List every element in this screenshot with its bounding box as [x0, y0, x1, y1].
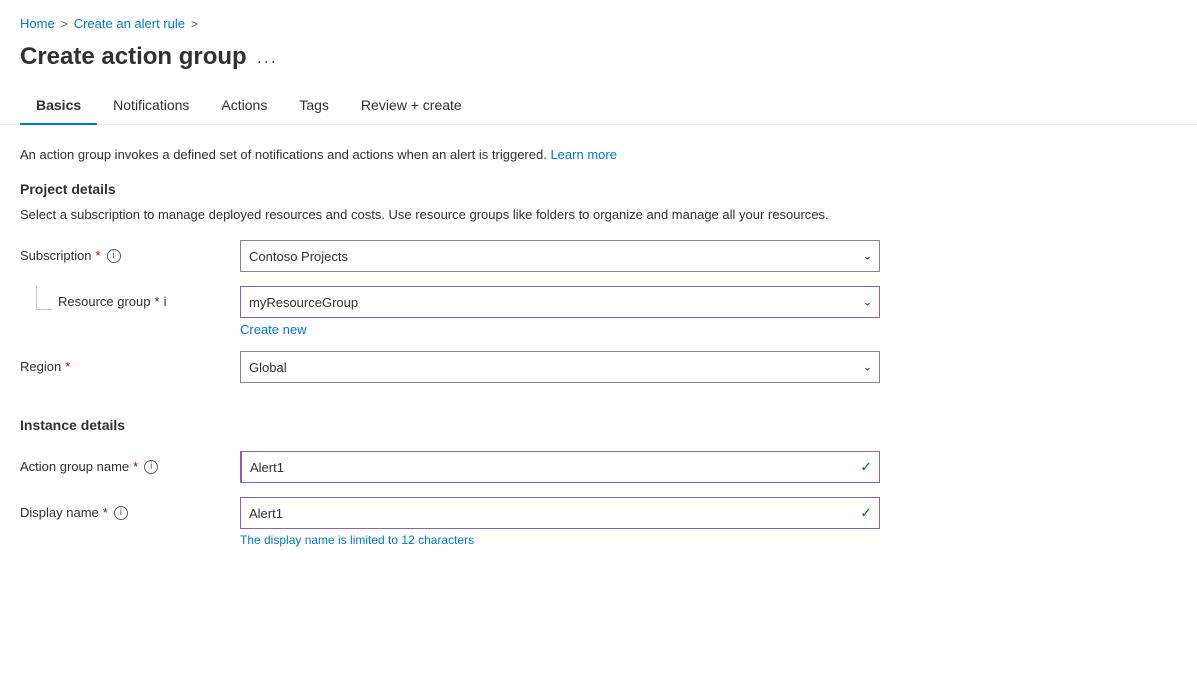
- resource-group-select[interactable]: myResourceGroup: [240, 286, 880, 318]
- breadcrumb-home[interactable]: Home: [20, 16, 55, 31]
- resource-group-row: Resource group * i myResourceGroup ⌄ Cre…: [20, 286, 880, 337]
- display-name-input[interactable]: [240, 497, 880, 529]
- display-name-control: ✓ The display name is limited to 12 char…: [240, 497, 880, 547]
- display-name-row: Display name * i ✓ The display name is l…: [20, 497, 880, 547]
- subscription-required: *: [96, 248, 101, 263]
- tab-actions[interactable]: Actions: [205, 87, 283, 125]
- learn-more-link[interactable]: Learn more: [550, 147, 616, 162]
- action-group-name-required: *: [133, 459, 138, 474]
- subscription-select[interactable]: Contoso Projects: [240, 240, 880, 272]
- breadcrumb-sep-1: >: [61, 17, 68, 31]
- create-new-link[interactable]: Create new: [240, 322, 306, 337]
- display-name-label: Display name * i: [20, 497, 220, 520]
- resource-group-required: *: [155, 294, 160, 309]
- tab-notifications[interactable]: Notifications: [97, 87, 205, 125]
- section-divider: [20, 397, 880, 409]
- subscription-row: Subscription * i Contoso Projects ⌄: [20, 240, 880, 272]
- action-group-name-info-icon[interactable]: i: [144, 460, 158, 474]
- region-control: Global ⌄: [240, 351, 880, 383]
- project-details-title: Project details: [20, 181, 880, 197]
- region-row: Region * Global ⌄: [20, 351, 880, 383]
- tab-bar: Basics Notifications Actions Tags Review…: [0, 87, 1197, 125]
- region-select[interactable]: Global: [240, 351, 880, 383]
- display-name-check-icon: ✓: [860, 505, 872, 522]
- resource-group-info-icon[interactable]: i: [164, 294, 167, 309]
- project-details-desc: Select a subscription to manage deployed…: [20, 205, 880, 225]
- info-text: An action group invokes a defined set of…: [20, 145, 880, 165]
- display-name-helper: The display name is limited to 12 charac…: [240, 533, 880, 547]
- action-group-name-control: ✓: [240, 451, 880, 483]
- breadcrumb: Home > Create an alert rule >: [0, 0, 1197, 39]
- subscription-select-container: Contoso Projects ⌄: [240, 240, 880, 272]
- action-group-name-input[interactable]: [240, 451, 880, 483]
- resource-group-label: Resource group * i: [58, 286, 166, 309]
- page-menu-button[interactable]: ...: [257, 47, 278, 68]
- action-group-name-input-container: ✓: [240, 451, 880, 483]
- action-group-name-label: Action group name * i: [20, 451, 220, 474]
- display-name-info-icon[interactable]: i: [114, 506, 128, 520]
- instance-details-title: Instance details: [20, 417, 880, 433]
- resource-group-select-container: myResourceGroup ⌄: [240, 286, 880, 318]
- display-name-required: *: [103, 505, 108, 520]
- subscription-label: Subscription * i: [20, 240, 220, 263]
- breadcrumb-alert-rule[interactable]: Create an alert rule: [74, 16, 185, 31]
- instance-details-section: Instance details Action group name * i ✓…: [20, 417, 880, 547]
- display-name-input-container: ✓: [240, 497, 880, 529]
- page-title: Create action group: [20, 43, 247, 71]
- resource-group-label-wrap: Resource group * i: [20, 286, 220, 310]
- main-content: An action group invokes a defined set of…: [0, 125, 900, 581]
- tab-review-create[interactable]: Review + create: [345, 87, 478, 125]
- tab-basics[interactable]: Basics: [20, 87, 97, 125]
- subscription-control: Contoso Projects ⌄: [240, 240, 880, 272]
- page-header: Create action group ...: [0, 39, 1197, 87]
- region-required: *: [65, 359, 70, 374]
- region-select-container: Global ⌄: [240, 351, 880, 383]
- region-label: Region *: [20, 351, 220, 374]
- tab-tags[interactable]: Tags: [283, 87, 345, 125]
- action-group-name-check-icon: ✓: [860, 459, 872, 476]
- resource-group-indent: Resource group * i: [20, 286, 220, 310]
- project-details-section: Project details Select a subscription to…: [20, 181, 880, 384]
- action-group-name-row: Action group name * i ✓: [20, 451, 880, 483]
- resource-group-control: myResourceGroup ⌄ Create new: [240, 286, 880, 337]
- breadcrumb-sep-2: >: [191, 17, 198, 31]
- subscription-info-icon[interactable]: i: [107, 249, 121, 263]
